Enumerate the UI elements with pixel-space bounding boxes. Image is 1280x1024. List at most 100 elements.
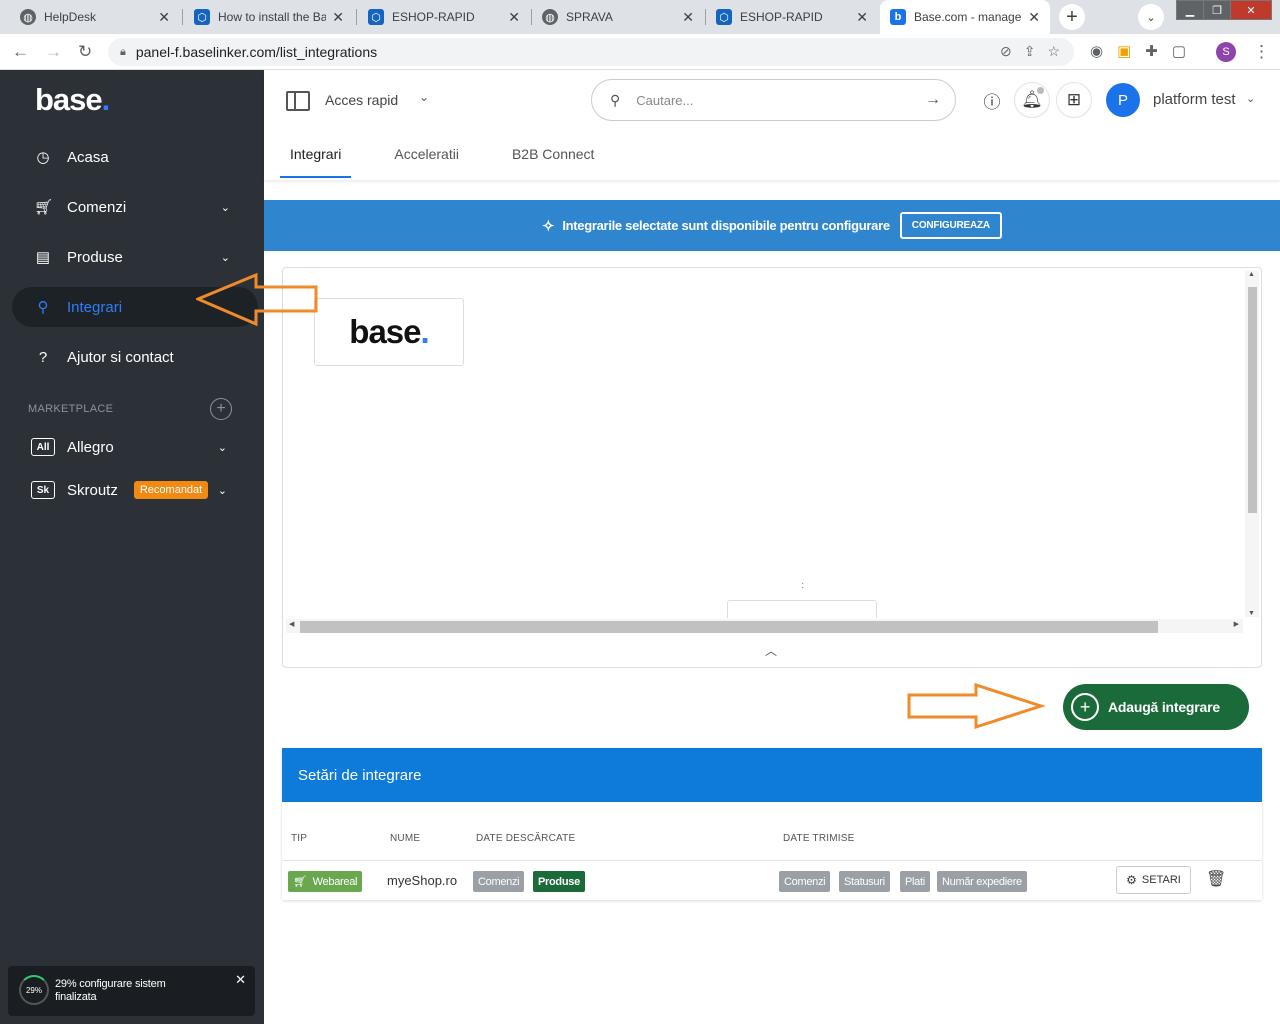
settings-title: Setări de integrare [282,748,1262,802]
chevron-down-icon: ⌄ [220,201,230,214]
sidebar-item-label: Acasa [67,148,109,166]
extension-icon[interactable]: ▣ [1117,42,1131,60]
profile-avatar[interactable]: S [1216,42,1236,62]
close-icon[interactable]: ✕ [856,9,868,26]
main-header: Acces rapid ⌄ ⚲ Cautare... → ⓘ 🔔︎ ⊞ P pl… [264,70,1280,180]
integration-name: myeShop.ro [387,873,458,888]
sidebar-item-label: Produse [67,248,123,266]
horizontal-scrollbar[interactable]: ◀ ▶ [286,619,1243,633]
scroll-down-icon[interactable]: ▼ [1248,610,1255,617]
annotation-arrow-right [907,683,1046,730]
close-icon[interactable]: ✕ [682,9,694,26]
forward-icon[interactable]: → [45,42,62,62]
notifications-button[interactable]: 🔔︎ [1014,82,1050,118]
tab-title: ESHOP-RAPID [392,10,475,24]
apps-icon: ⊞ [1066,90,1082,109]
user-name[interactable]: platform test [1153,91,1236,108]
add-marketplace-button[interactable]: + [210,398,232,420]
recommended-badge: Recomandat [133,481,209,499]
add-integration-button[interactable]: + Adaugă integrare [1063,684,1249,730]
sidebar-item-comenzi[interactable]: 🛒︎ Comenzi ⌄ [12,187,258,227]
trash-icon[interactable]: 🗑︎ [1206,869,1226,889]
scroll-right-icon[interactable]: ▶ [1234,620,1239,628]
setup-progress-card[interactable]: 29% 29% configurare sistem finalizata ✕ [8,966,255,1016]
downloaded-tag: Comenzi [473,871,525,892]
reload-icon[interactable]: ↻ [78,42,92,62]
sidepanel-icon[interactable]: ▢ [1172,42,1186,60]
sidebar-item-acasa[interactable]: ◷ Acasa [12,137,258,177]
close-icon[interactable]: ✕ [508,9,520,26]
base-logo[interactable]: base. [35,82,110,118]
settings-button[interactable]: ⚙ SETARI [1116,866,1191,894]
avatar[interactable]: P [1106,83,1140,117]
sidebar-item-produse[interactable]: ▤ Produse ⌄ [12,237,258,277]
chevron-up-icon[interactable]: ︿ [765,642,777,659]
minimize-icon[interactable]: ▁ [1176,0,1204,20]
close-icon[interactable]: ✕ [158,9,170,26]
sidebar-item-label: Skroutz [67,481,118,499]
tab-search-button[interactable]: ⌄ [1138,4,1164,30]
restore-icon[interactable]: ❐ [1203,0,1231,20]
quick-access-label[interactable]: Acces rapid [325,92,398,108]
downloaded-tag: Produse [533,871,585,892]
vertical-scrollbar[interactable]: ▲ ▼ [1245,271,1259,617]
annotation-arrow-left [196,272,318,327]
node-stub [727,600,877,618]
tab-title: HelpDesk [44,10,97,24]
help-button[interactable]: ⓘ [974,82,1010,118]
sidebar-item-label: Allegro [67,438,114,456]
browser-tab-active[interactable]: b Base.com - managem ✕ [880,0,1050,34]
configure-banner: ✧ Integrarile selectate sunt disponibile… [264,200,1280,251]
close-icon[interactable]: ✕ [332,9,344,26]
back-icon[interactable]: ← [12,42,29,62]
table-row[interactable]: 🛒︎ Webareal myeShop.ro Comenzi Produse Co… [282,861,1262,900]
star-icon[interactable]: ☆ [1047,43,1060,60]
chevron-down-icon[interactable]: ⌄ [419,90,429,104]
tab-b2b-connect[interactable]: B2B Connect [502,146,605,178]
sidebar-item-skroutz[interactable]: Sk Skroutz Recomandat ⌄ [31,478,261,502]
browser-tab[interactable]: ◍ HelpDesk ✕ [10,0,180,34]
sidebar-toggle-icon[interactable] [286,91,310,111]
settings-button-label: SETARI [1141,874,1181,886]
share-icon[interactable]: ⇪ [1024,43,1036,60]
menu-icon[interactable]: ⋮ [1253,42,1270,62]
scroll-left-icon[interactable]: ◀ [289,620,294,628]
close-icon[interactable]: ✕ [235,972,246,988]
sidebar-item-allegro[interactable]: All Allegro ⌄ [31,435,261,459]
new-tab-button[interactable]: + [1059,4,1085,30]
integration-settings-table: Setări de integrare TIP NUME DATE DESCĂR… [282,748,1262,900]
browser-tab[interactable]: ⬡ How to install the Ba ✕ [184,0,354,34]
browser-tab[interactable]: ⬡ ESHOP-RAPID ✕ [706,0,878,34]
column-header: DATE DESCĂRCATE [476,833,576,844]
browser-tab[interactable]: ◍ SPRAVA ✕ [532,0,704,34]
tab-integrari[interactable]: Integrari [280,146,352,178]
tab-acceleratii[interactable]: Acceleratii [384,146,469,178]
sidebar-item-ajutor[interactable]: ? Ajutor si contact [12,337,258,377]
browser-tab[interactable]: ⬡ ESHOP-RAPID ✕ [358,0,530,34]
chevron-down-icon[interactable]: ⌄ [1246,92,1255,105]
url-text: panel-f.baselinker.com/list_integrations [135,44,378,60]
puzzle-icon[interactable]: ✚ [1145,42,1158,60]
plus-icon: + [1071,693,1099,721]
tab-title: SPRAVA [566,10,613,24]
extension-icon[interactable]: ◉ [1090,42,1103,60]
base-favicon-icon: b [890,9,906,25]
sidebar: base. ◷ Acasa 🛒︎ Comenzi ⌄ ▤ Produse ⌄ ⚲… [0,70,264,1024]
chevron-down-icon: ⌄ [217,441,227,454]
configure-button[interactable]: CONFIGUREAZA [899,212,1002,239]
tab-title: ESHOP-RAPID [740,10,823,24]
close-icon[interactable]: ✕ [1028,9,1040,26]
scrollbar-thumb[interactable] [300,621,1158,633]
window-close-icon[interactable]: ✕ [1230,0,1272,20]
search-input[interactable]: ⚲ Cautare... → [591,79,956,121]
hexagon-icon: ⬡ [368,9,384,25]
marketplace-code: Sk [31,481,55,499]
eye-off-icon[interactable]: ⊘ [1000,43,1012,60]
base-node-card[interactable]: base. [314,298,464,366]
scroll-up-icon[interactable]: ▲ [1248,271,1255,278]
url-field[interactable]: 🔒︎ panel-f.baselinker.com/list_integrati… [108,38,1074,66]
arrow-right-icon[interactable]: → [925,91,941,109]
apps-button[interactable]: ⊞ [1056,82,1092,118]
scrollbar-thumb[interactable] [1248,287,1257,513]
help-icon: ? [38,348,48,366]
